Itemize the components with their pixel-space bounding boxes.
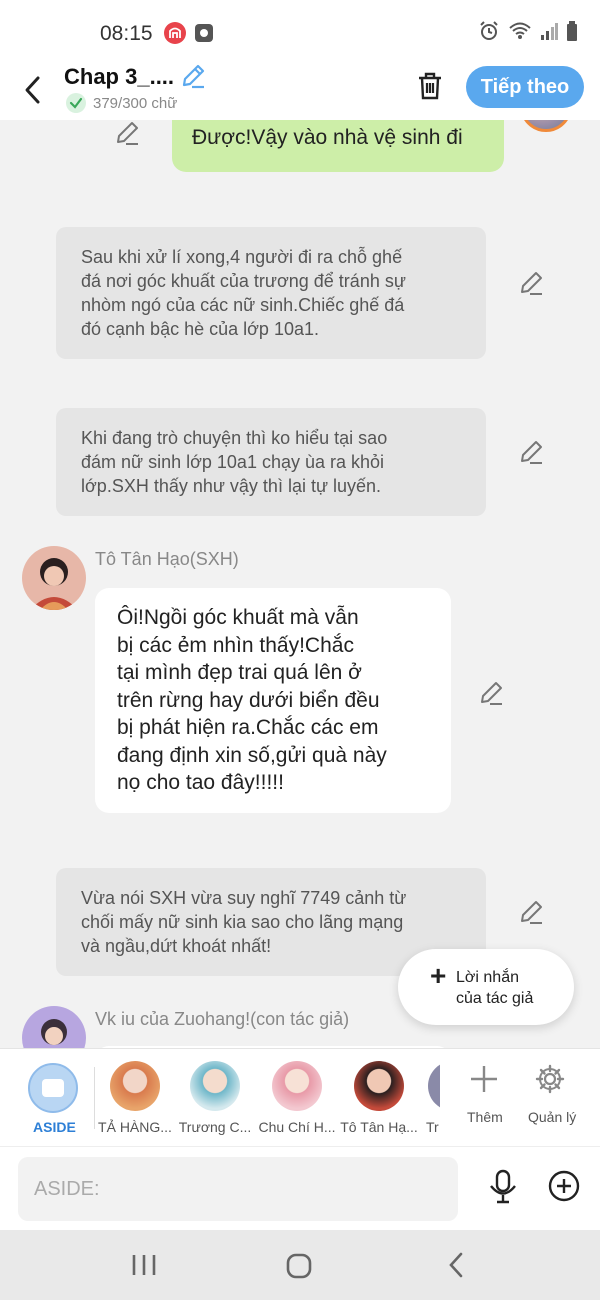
- narration-line: đó cạnh bậc hè của lớp 10a1.: [81, 319, 319, 339]
- pencil-icon[interactable]: [180, 63, 206, 89]
- input-bar: [0, 1146, 600, 1230]
- character-message-bubble[interactable]: Ôi!Ngồi góc khuất mà vẫn bị các ẻm nhìn …: [95, 588, 451, 813]
- microphone-icon[interactable]: [486, 1169, 520, 1205]
- delete-button[interactable]: [414, 70, 446, 102]
- back-arrow-icon: [25, 76, 40, 104]
- narration-bubble[interactable]: Khi đang trò chuyện thì ko hiểu tại sao …: [56, 408, 486, 516]
- plus-icon: [471, 1066, 497, 1092]
- plus-icon: +: [430, 960, 447, 991]
- character-name: Vk iu của Zuohang!(con tác giả): [95, 1009, 350, 1029]
- narration-line: đá nơi góc khuất của trương để tránh sự: [81, 271, 406, 291]
- recents-icon[interactable]: [130, 1252, 158, 1278]
- avatar[interactable]: [520, 120, 572, 132]
- message-line: Ôi!Ngồi góc khuất mà vẫn: [117, 606, 359, 629]
- narration-line: lớp.SXH thấy như vậy thì lại tự luyến.: [81, 476, 382, 496]
- character-label: Tô Tân Hạ...: [340, 1119, 418, 1135]
- message-line: tại mình đẹp trai quá lên ở: [117, 661, 362, 684]
- narration-line: Vừa nói SXH vừa suy nghĩ 7749 cảnh từ: [81, 888, 407, 908]
- author-note-label[interactable]: Lời nhắn của tác giả: [456, 967, 556, 1009]
- signal-icon: [540, 21, 558, 46]
- pencil-icon[interactable]: [518, 439, 544, 465]
- character-name: Tô Tân Hạo(SXH): [95, 549, 239, 569]
- pencil-icon[interactable]: [518, 899, 544, 925]
- back-icon[interactable]: [444, 1250, 468, 1280]
- aside-bubble-icon: [42, 1079, 64, 1097]
- avatar: [110, 1061, 160, 1111]
- add-label[interactable]: Thêm: [467, 1109, 503, 1125]
- narration-line: Khi đang trò chuyện thì ko hiểu tại sao: [81, 428, 388, 448]
- aside-label: ASIDE: [33, 1119, 76, 1135]
- back-button[interactable]: [18, 68, 48, 108]
- narration-bubble[interactable]: Sau khi xử lí xong,4 người đi ra chỗ ghế…: [56, 227, 486, 359]
- narration-line: Sau khi xử lí xong,4 người đi ra chỗ ghế: [81, 247, 403, 267]
- add-character-button[interactable]: [468, 1063, 500, 1095]
- app-notification-icon: [164, 22, 186, 44]
- message-line: bị phát hiện ra.Chắc các em: [117, 716, 379, 739]
- character-item[interactable]: Trương C...: [170, 1061, 260, 1141]
- pencil-icon[interactable]: [518, 270, 544, 296]
- status-icons: [478, 20, 578, 47]
- aside-selector[interactable]: [28, 1063, 78, 1113]
- character-item[interactable]: TẢ HÀNG...: [90, 1061, 180, 1141]
- avatar: [190, 1061, 240, 1111]
- story-chat-area[interactable]: Được!Vậy vào nhà vệ sinh đi Sau khi xử l…: [0, 120, 600, 1048]
- plus-circle-icon[interactable]: [547, 1169, 581, 1203]
- message-line: trên rừng hay dưới biển đều: [117, 688, 380, 712]
- next-button[interactable]: Tiếp theo: [466, 66, 584, 108]
- character-item[interactable]: Tô Tân Hạ...: [334, 1061, 424, 1141]
- narration-line: và ngầu,dứt khoát nhất!: [81, 936, 272, 956]
- word-count: 379/300 chữ: [93, 95, 178, 112]
- check-icon: [66, 93, 86, 113]
- character-label: TẢ HÀNG...: [98, 1119, 172, 1135]
- message-input[interactable]: [18, 1157, 458, 1221]
- avatar: [272, 1061, 322, 1111]
- alarm-icon: [478, 20, 500, 47]
- trash-icon: [419, 72, 441, 100]
- character-label: Trương C...: [178, 1119, 252, 1135]
- character-item[interactable]: Tr: [416, 1061, 440, 1141]
- avatar[interactable]: [22, 546, 86, 610]
- character-label: Tr: [426, 1119, 439, 1135]
- avatar[interactable]: [22, 1006, 86, 1048]
- pencil-icon[interactable]: [114, 120, 140, 146]
- message-line: bị các ẻm nhìn thấy!Chắc: [117, 633, 354, 657]
- character-selector-bar: ASIDE TẢ HÀNG... Trương C... Chu Chí H..…: [0, 1048, 600, 1146]
- user-message-bubble[interactable]: Được!Vậy vào nhà vệ sinh đi: [172, 120, 504, 172]
- gear-icon: [535, 1064, 565, 1094]
- chapter-title[interactable]: Chap 3_....: [64, 64, 174, 90]
- system-nav-bar: [0, 1230, 600, 1300]
- wifi-icon: [508, 21, 532, 46]
- status-time: 08:15: [100, 22, 153, 45]
- status-bar: 08:15: [0, 0, 600, 60]
- home-icon[interactable]: [285, 1252, 313, 1280]
- character-item[interactable]: Chu Chí H...: [252, 1061, 342, 1141]
- avatar: [428, 1061, 440, 1111]
- message-line: nọ cho tao đây!!!!!: [117, 771, 284, 794]
- editor-header: Chap 3_.... 379/300 chữ Tiếp theo: [0, 60, 600, 120]
- pencil-icon[interactable]: [478, 680, 504, 706]
- message-line: đang định xin số,gửi quà này: [117, 743, 387, 767]
- battery-icon: [566, 20, 578, 47]
- narration-line: chối mấy nữ sinh kia sao cho lãng mạng: [81, 912, 404, 932]
- narration-line: đám nữ sinh lớp 10a1 chạy ùa ra khỏi: [81, 452, 385, 472]
- character-label: Chu Chí H...: [258, 1119, 336, 1135]
- manage-label[interactable]: Quản lý: [528, 1109, 576, 1125]
- app-notification-icon: [193, 22, 215, 44]
- narration-line: nhòm ngó của các nữ sinh.Chiếc ghế đá: [81, 295, 405, 315]
- avatar: [354, 1061, 404, 1111]
- manage-button[interactable]: [534, 1063, 566, 1095]
